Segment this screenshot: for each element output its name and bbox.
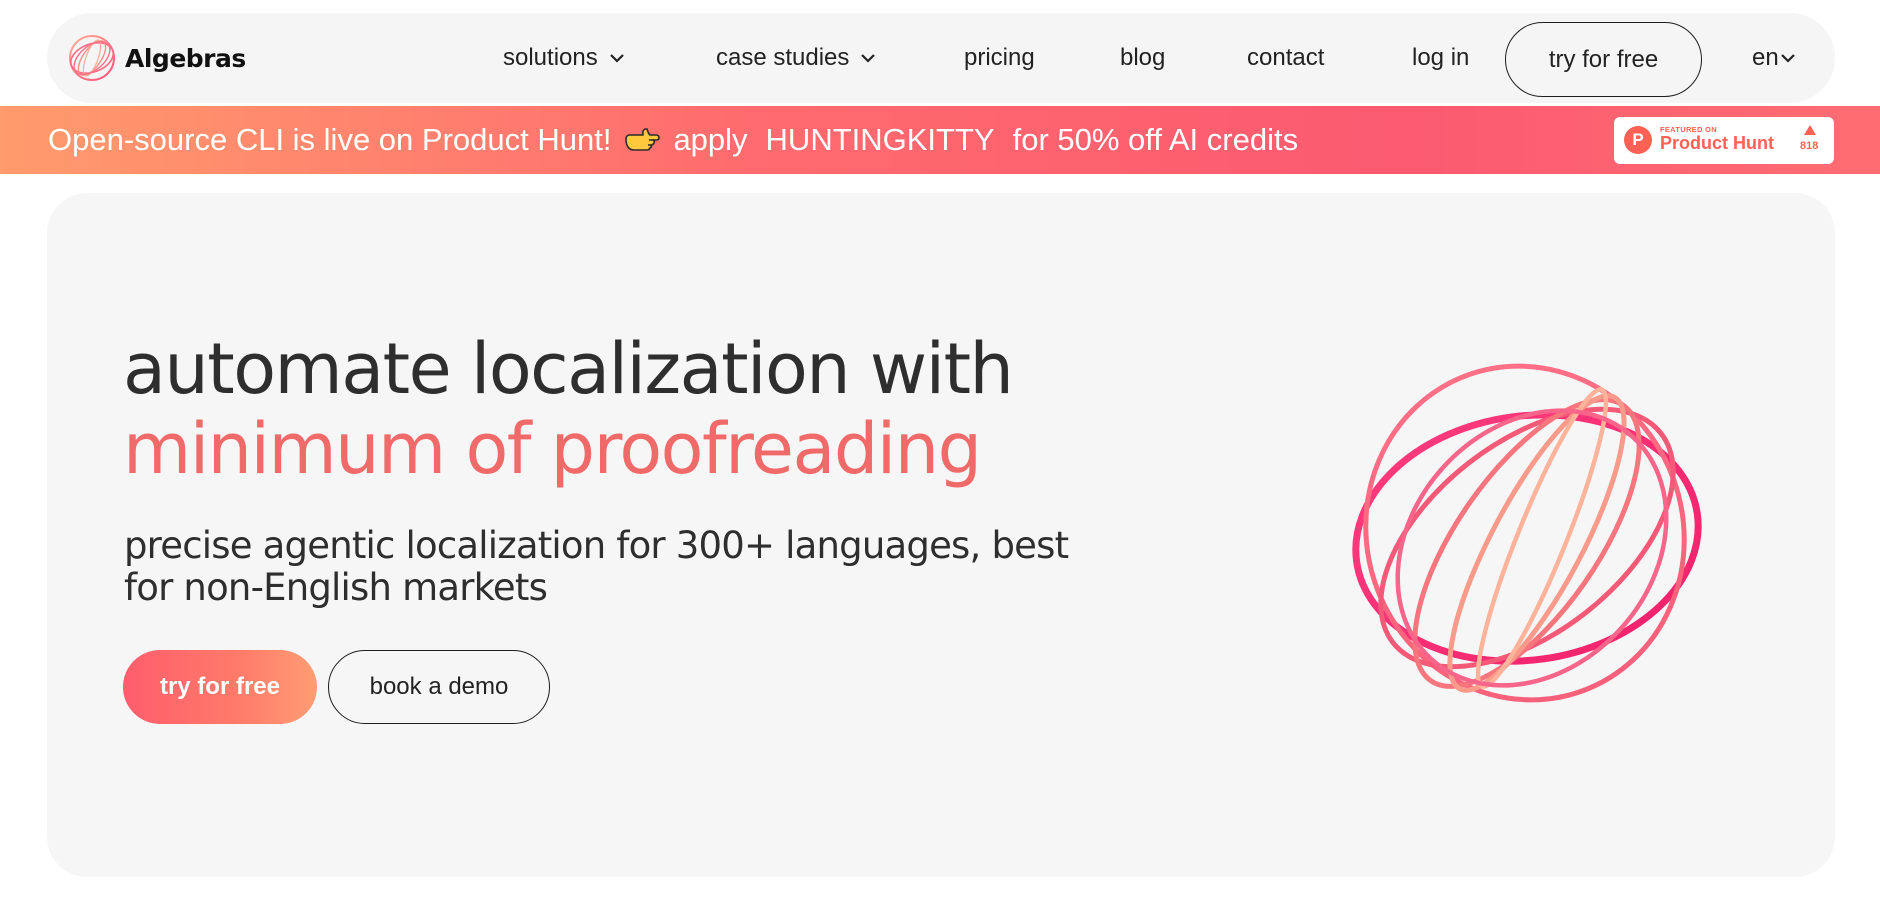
- product-hunt-upvote-count: 818: [1800, 140, 1819, 152]
- language-label: en: [1752, 44, 1779, 71]
- nav-log-in[interactable]: log in: [1412, 40, 1469, 76]
- sphere-logo-icon: [69, 35, 115, 81]
- product-hunt-name: Product Hunt: [1660, 133, 1774, 153]
- hero-section: automate localization with minimum of pr…: [47, 193, 1835, 877]
- hero-title-line1: automate localization with: [123, 328, 1014, 410]
- nav-contact[interactable]: contact: [1247, 40, 1324, 76]
- chevron-down-icon: [861, 54, 876, 63]
- brand-name: Algebras: [125, 43, 246, 73]
- nav-pricing[interactable]: pricing: [964, 40, 1035, 76]
- hero-try-for-free-button[interactable]: try for free: [123, 650, 317, 724]
- promo-message: Open-source CLI is live on Product Hunt!…: [48, 106, 1298, 174]
- promo-banner: Open-source CLI is live on Product Hunt!…: [0, 106, 1880, 174]
- product-hunt-logo-icon: P: [1624, 126, 1652, 154]
- nav-contact-label: contact: [1247, 44, 1325, 71]
- promo-text-before: Open-source CLI is live on Product Hunt!: [48, 122, 612, 157]
- promo-text-after: for 50% off AI credits: [1012, 122, 1299, 157]
- nav-log-in-label: log in: [1412, 44, 1470, 71]
- hero-book-demo-button[interactable]: book a demo: [328, 650, 550, 724]
- product-hunt-badge[interactable]: P FEATURED ON Product Hunt 818: [1614, 117, 1834, 164]
- language-selector[interactable]: en: [1752, 40, 1795, 76]
- promo-code[interactable]: HUNTINGKITTY: [766, 122, 995, 158]
- nav-solutions[interactable]: solutions: [503, 40, 624, 76]
- nav-blog-label: blog: [1120, 44, 1166, 71]
- promo-apply-label: apply: [673, 122, 748, 157]
- hero-title: automate localization with minimum of pr…: [123, 328, 1014, 490]
- nav-pricing-label: pricing: [964, 44, 1035, 71]
- wireframe-sphere-graphic: [1352, 363, 1702, 703]
- hero-subtitle: precise agentic localization for 300+ la…: [124, 524, 1069, 609]
- nav-case-studies[interactable]: case studies: [716, 40, 876, 76]
- pointing-hand-icon: [625, 128, 661, 151]
- nav-case-studies-label: case studies: [716, 44, 850, 71]
- upvote-arrow-icon: [1804, 125, 1816, 135]
- hero-title-accent: minimum of proofreading: [123, 408, 982, 490]
- brand-logo-link[interactable]: Algebras: [67, 33, 246, 83]
- nav-solutions-label: solutions: [503, 44, 598, 71]
- top-navbar: Algebras solutions case studies pricing …: [47, 13, 1835, 103]
- chevron-down-icon: [609, 54, 624, 63]
- chevron-down-icon: [1780, 54, 1795, 63]
- nav-blog[interactable]: blog: [1120, 40, 1165, 76]
- nav-try-for-free-button[interactable]: try for free: [1505, 22, 1702, 97]
